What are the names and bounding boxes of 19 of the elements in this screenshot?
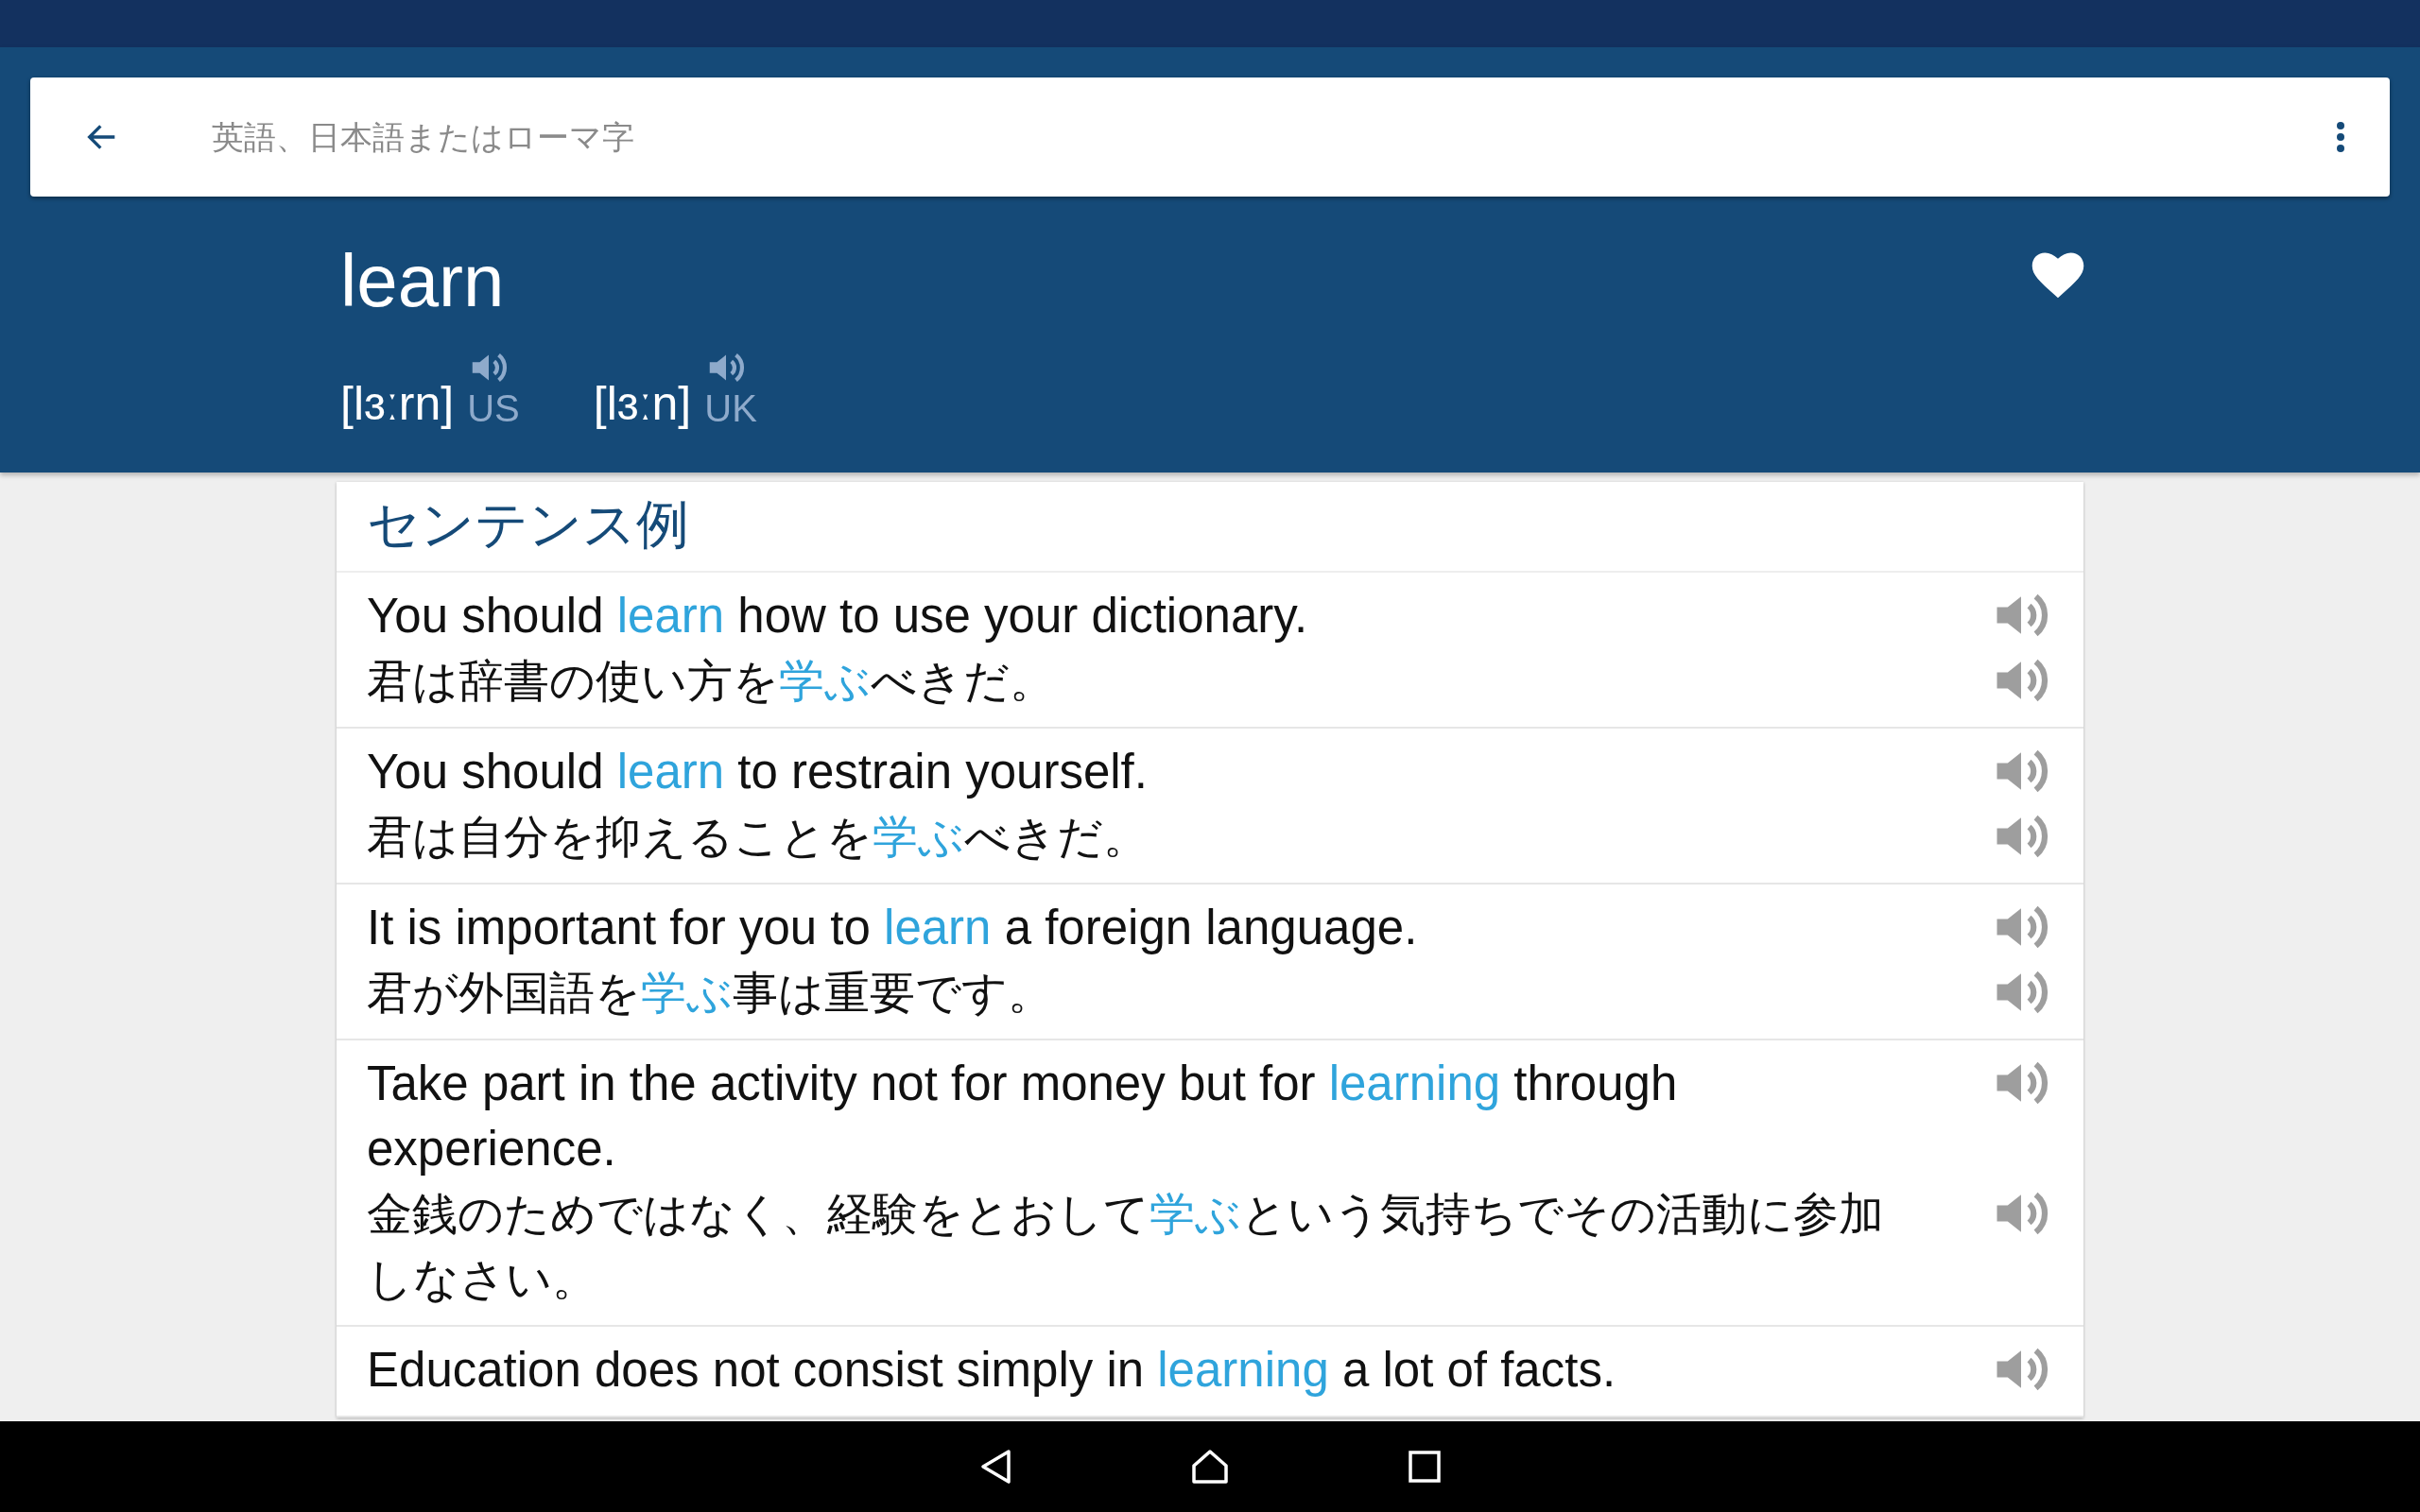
home-icon[interactable]: [1191, 1449, 1229, 1485]
japanese-sentence: 金銭のためではなく、経験をとおして学ぶ という気持ちでその活動に参加しなさい。: [367, 1186, 1885, 1307]
headword: learn: [340, 244, 505, 318]
section-title: センテンス例: [337, 482, 2083, 573]
search-field[interactable]: 英語、日本語またはローマ字: [30, 77, 2390, 197]
japanese-sentence: 君は自分を抑えることを学ぶべきだ。: [367, 809, 1149, 865]
japanese-sentence: 君が外国語を学ぶ事は重要です。: [367, 965, 1053, 1021]
english-sentence: You should learn to restrain yourself.: [367, 744, 1148, 800]
region-label: US: [467, 389, 520, 427]
pronunciation: [lɜːrn]: [340, 380, 455, 427]
english-sentence: Take part in the activity not for money but for learning through experience.: [367, 1056, 1679, 1177]
pronunciation: [lɜːn]: [593, 380, 692, 427]
region-label: UK: [704, 389, 757, 427]
english-sentence: It is important for you to learn a foreign language.: [367, 900, 1418, 956]
recents-icon[interactable]: [1409, 1451, 1441, 1483]
english-sentence: Education does not consist simply in learning a lot of facts.: [367, 1342, 1616, 1399]
back-icon[interactable]: [979, 1449, 1011, 1485]
japanese-sentence: 君は辞書の使い方を学ぶべきだ。: [367, 653, 1055, 709]
english-sentence: You should learn how to use your dictionary.: [367, 588, 1308, 644]
